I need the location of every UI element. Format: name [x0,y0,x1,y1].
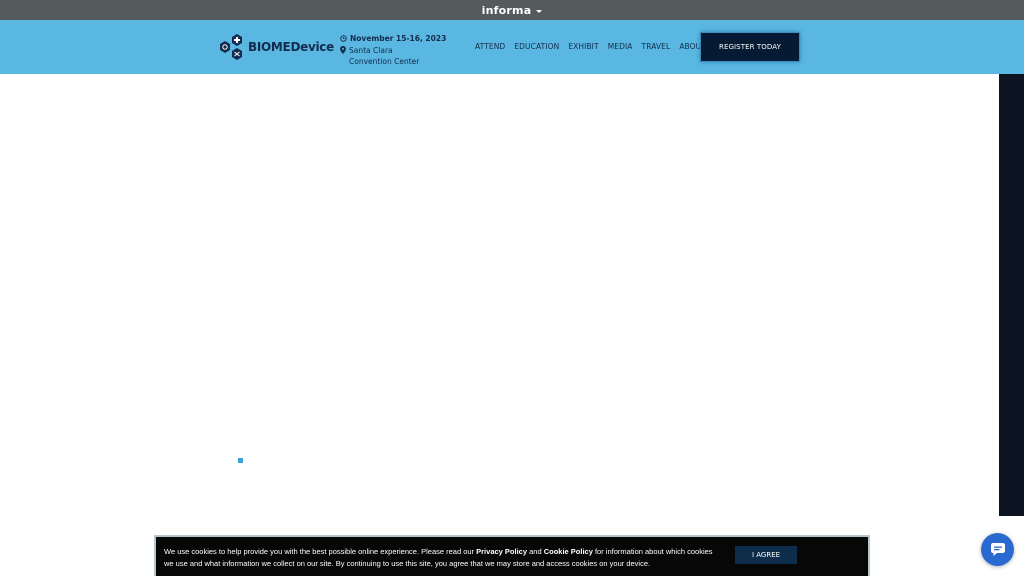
cookie-text-2: and [527,547,544,556]
event-venue-row: Santa Clara [340,44,446,56]
event-date-row: November 15-16, 2023 [340,32,446,44]
chat-bubble-icon [990,543,1005,556]
privacy-policy-link[interactable]: Privacy Policy [476,547,527,556]
nav-exhibit[interactable]: EXHIBIT [568,42,598,51]
event-venue-line2: Convention Center [349,57,420,66]
caret-down-icon [536,9,543,13]
clock-icon [340,34,347,42]
nav-travel[interactable]: TRAVEL [642,42,671,51]
informa-brand-menu[interactable]: informa [482,4,543,17]
logo-text: BIOMEDevice [248,40,334,54]
register-today-button[interactable]: REGISTER TODAY [700,32,800,62]
cookie-text-1: We use cookies to help provide you with … [164,547,477,556]
loading-indicator [238,458,243,463]
cookie-agree-button[interactable]: I AGREE [735,546,797,564]
hero-image-edge [999,74,1024,516]
nav-media[interactable]: MEDIA [608,42,633,51]
nav-attend[interactable]: ATTEND [475,42,505,51]
hexagon-plus-logo-icon [220,34,242,60]
cookie-policy-link[interactable]: Cookie Policy [544,547,593,556]
informa-topbar: informa [0,0,1024,20]
map-pin-icon [340,46,346,54]
nav-education[interactable]: EDUCATION [514,42,559,51]
event-info: November 15-16, 2023 Santa Clara Convent… [340,32,446,68]
informa-brand-label: informa [481,3,532,17]
chat-widget-button[interactable] [981,533,1014,566]
site-header: BIOMEDevice November 15-16, 2023 Santa C… [0,20,1024,74]
cookie-message: We use cookies to help provide you with … [164,546,714,570]
main-nav: ATTEND EDUCATION EXHIBIT MEDIA TRAVEL AB… [475,42,715,51]
event-date: November 15-16, 2023 [350,33,447,43]
cookie-banner: We use cookies to help provide you with … [154,535,870,576]
site-logo[interactable]: BIOMEDevice [218,33,334,61]
event-venue-line1: Santa Clara [349,45,393,55]
